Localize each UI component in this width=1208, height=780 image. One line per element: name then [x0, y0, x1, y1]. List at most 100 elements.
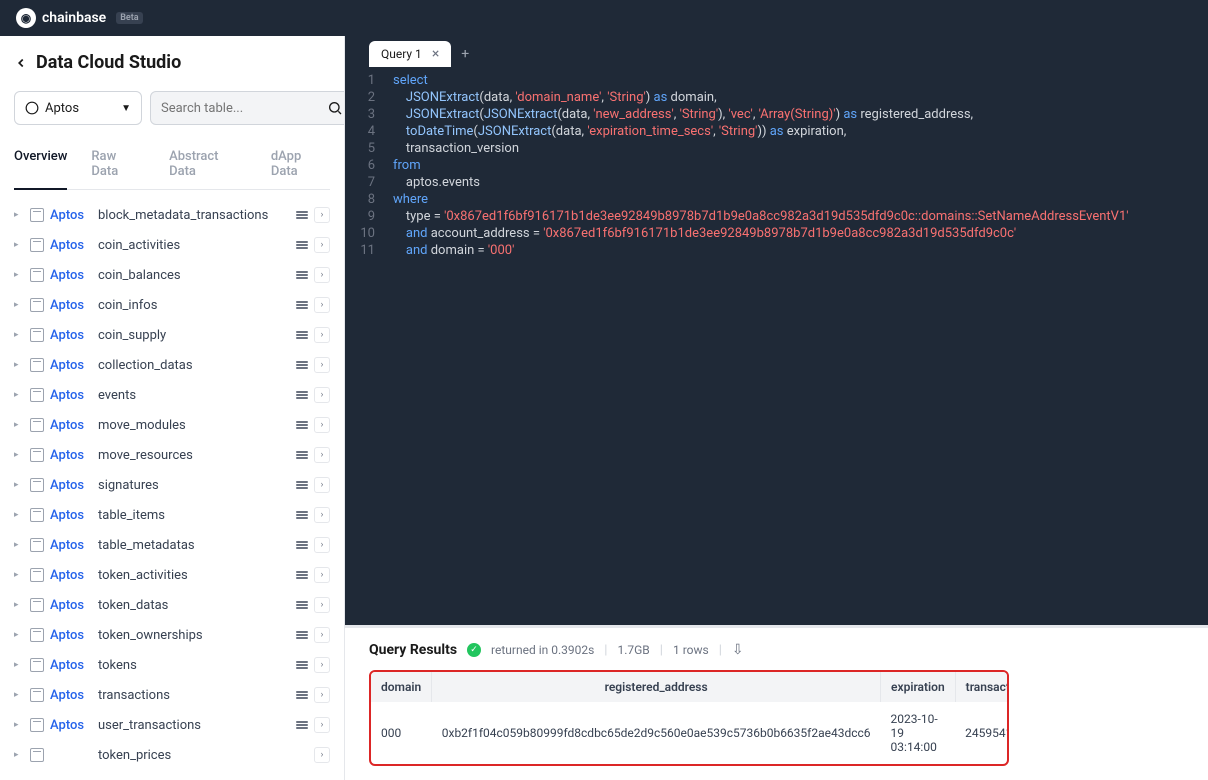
- table-row[interactable]: ▸ Aptos coin_activities ›: [14, 230, 330, 260]
- chevron-right-icon[interactable]: ›: [314, 207, 330, 223]
- stack-icon[interactable]: [296, 301, 308, 309]
- table-icon: [30, 598, 44, 612]
- close-icon[interactable]: ×: [432, 47, 439, 61]
- table-row[interactable]: ▸ Aptos events ›: [14, 380, 330, 410]
- back-icon[interactable]: [14, 56, 28, 70]
- code-editor[interactable]: 1select 2 JSONExtract(data, 'domain_name…: [345, 68, 1208, 625]
- chevron-right-icon[interactable]: ›: [314, 357, 330, 373]
- expand-icon[interactable]: ▸: [14, 450, 24, 460]
- chevron-right-icon[interactable]: ›: [314, 447, 330, 463]
- expand-icon[interactable]: ▸: [14, 540, 24, 550]
- stack-icon[interactable]: [296, 601, 308, 609]
- table-row[interactable]: ▸ Aptos coin_supply ›: [14, 320, 330, 350]
- stack-icon[interactable]: [296, 541, 308, 549]
- expand-icon[interactable]: ▸: [14, 210, 24, 220]
- chain-selector[interactable]: Aptos ▼: [14, 91, 142, 125]
- expand-icon[interactable]: ▸: [14, 600, 24, 610]
- table-category: Aptos: [50, 448, 92, 463]
- expand-icon[interactable]: ▸: [14, 420, 24, 430]
- table-row[interactable]: ▸ Aptos block_metadata_transactions ›: [14, 200, 330, 230]
- table-row[interactable]: ▸ Aptos tokens ›: [14, 650, 330, 680]
- expand-icon[interactable]: ▸: [14, 660, 24, 670]
- stack-icon[interactable]: [296, 661, 308, 669]
- chevron-right-icon[interactable]: ›: [314, 267, 330, 283]
- stack-icon[interactable]: [296, 451, 308, 459]
- chevron-right-icon[interactable]: ›: [314, 387, 330, 403]
- table-name: coin_infos: [98, 298, 290, 313]
- stack-icon[interactable]: [296, 721, 308, 729]
- stack-icon[interactable]: [296, 631, 308, 639]
- expand-icon[interactable]: ▸: [14, 360, 24, 370]
- expand-icon[interactable]: ▸: [14, 480, 24, 490]
- table-row[interactable]: ▸ Aptos transactions ›: [14, 680, 330, 710]
- stack-icon[interactable]: [296, 391, 308, 399]
- table-row[interactable]: ▸ Aptos collection_datas ›: [14, 350, 330, 380]
- chevron-right-icon[interactable]: ›: [314, 687, 330, 703]
- chevron-right-icon[interactable]: ›: [314, 627, 330, 643]
- stack-icon[interactable]: [296, 691, 308, 699]
- table-icon: [30, 568, 44, 582]
- chevron-right-icon[interactable]: ›: [314, 327, 330, 343]
- chevron-right-icon[interactable]: ›: [314, 417, 330, 433]
- tab-overview[interactable]: Overview: [14, 139, 67, 190]
- search-box[interactable]: [150, 91, 345, 125]
- chevron-right-icon[interactable]: ›: [314, 477, 330, 493]
- stack-icon[interactable]: [296, 211, 308, 219]
- expand-icon[interactable]: ▸: [14, 330, 24, 340]
- editor-tab-query1[interactable]: Query 1 ×: [369, 41, 451, 67]
- results-title: Query Results: [369, 642, 457, 658]
- tab-dapp-data[interactable]: dApp Data: [271, 139, 330, 189]
- results-rows: 1 rows: [673, 643, 709, 657]
- expand-icon[interactable]: ▸: [14, 300, 24, 310]
- add-tab-button[interactable]: +: [451, 46, 479, 62]
- chevron-right-icon[interactable]: ›: [314, 297, 330, 313]
- table-row[interactable]: ▸ Aptos move_modules ›: [14, 410, 330, 440]
- stack-icon[interactable]: [296, 481, 308, 489]
- expand-icon[interactable]: ▸: [14, 750, 24, 760]
- chevron-right-icon[interactable]: ›: [314, 717, 330, 733]
- download-icon[interactable]: ⇩: [732, 642, 744, 658]
- expand-icon[interactable]: ▸: [14, 510, 24, 520]
- expand-icon[interactable]: ▸: [14, 690, 24, 700]
- table-row[interactable]: ▸ Aptos signatures ›: [14, 470, 330, 500]
- table-row[interactable]: ▸ Aptos move_resources ›: [14, 440, 330, 470]
- chevron-right-icon[interactable]: ›: [314, 237, 330, 253]
- expand-icon[interactable]: ▸: [14, 240, 24, 250]
- table-category: Aptos: [50, 298, 92, 313]
- expand-icon[interactable]: ▸: [14, 270, 24, 280]
- tab-abstract-data[interactable]: Abstract Data: [169, 139, 247, 189]
- stack-icon[interactable]: [296, 421, 308, 429]
- stack-icon[interactable]: [296, 271, 308, 279]
- brand-logo[interactable]: ◉ chainbase Beta: [16, 8, 143, 28]
- expand-icon[interactable]: ▸: [14, 720, 24, 730]
- stack-icon[interactable]: [296, 511, 308, 519]
- stack-icon[interactable]: [296, 571, 308, 579]
- stack-icon[interactable]: [296, 331, 308, 339]
- tab-raw-data[interactable]: Raw Data: [91, 139, 145, 189]
- expand-icon[interactable]: ▸: [14, 390, 24, 400]
- stack-icon[interactable]: [296, 361, 308, 369]
- table-row[interactable]: ▸ Aptos user_transactions ›: [14, 710, 330, 740]
- table-row[interactable]: ▸ Aptos token_datas ›: [14, 590, 330, 620]
- chevron-right-icon[interactable]: ›: [314, 747, 330, 763]
- search-input[interactable]: [161, 101, 327, 116]
- chevron-right-icon[interactable]: ›: [314, 567, 330, 583]
- table-row[interactable]: ▸ Aptos coin_infos ›: [14, 290, 330, 320]
- table-row[interactable]: ▸ Aptos token_activities ›: [14, 560, 330, 590]
- table-row[interactable]: ▸ Aptos table_metadatas ›: [14, 530, 330, 560]
- table-category: Aptos: [50, 268, 92, 283]
- table-category: Aptos: [50, 238, 92, 253]
- table-row[interactable]: ▸ token_prices ›: [14, 740, 330, 770]
- table-row[interactable]: ▸ Aptos table_items ›: [14, 500, 330, 530]
- expand-icon[interactable]: ▸: [14, 570, 24, 580]
- table-row[interactable]: ▸ Aptos coin_balances ›: [14, 260, 330, 290]
- chevron-right-icon[interactable]: ›: [314, 657, 330, 673]
- expand-icon[interactable]: ▸: [14, 630, 24, 640]
- sidebar-title: Data Cloud Studio: [14, 52, 330, 73]
- chevron-right-icon[interactable]: ›: [314, 597, 330, 613]
- chevron-right-icon[interactable]: ›: [314, 507, 330, 523]
- chevron-down-icon: ▼: [121, 103, 131, 114]
- chevron-right-icon[interactable]: ›: [314, 537, 330, 553]
- stack-icon[interactable]: [296, 241, 308, 249]
- table-row[interactable]: ▸ Aptos token_ownerships ›: [14, 620, 330, 650]
